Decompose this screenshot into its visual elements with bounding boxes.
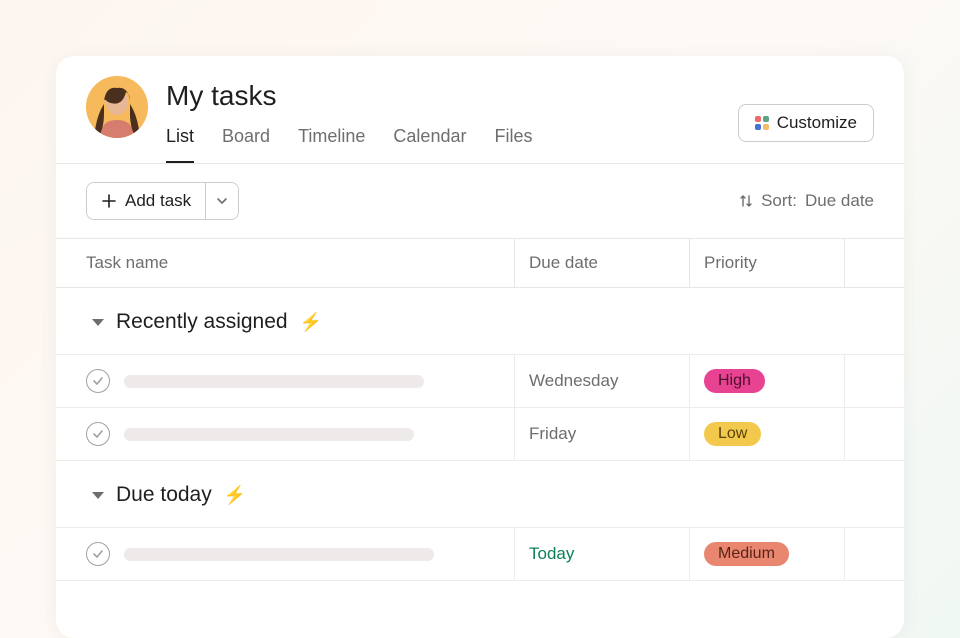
cell-due-date[interactable]: Today bbox=[514, 528, 689, 580]
sort-prefix: Sort: bbox=[761, 191, 797, 211]
cell-extra[interactable] bbox=[844, 528, 904, 580]
sort-icon bbox=[739, 194, 753, 208]
page-title: My tasks bbox=[166, 80, 738, 112]
cell-due-date[interactable]: Wednesday bbox=[514, 355, 689, 407]
column-header-task[interactable]: Task name bbox=[56, 239, 514, 287]
tab-calendar[interactable]: Calendar bbox=[393, 126, 466, 163]
cell-extra[interactable] bbox=[844, 408, 904, 460]
complete-checkbox[interactable] bbox=[86, 422, 110, 446]
complete-checkbox[interactable] bbox=[86, 369, 110, 393]
section-name: Recently assigned bbox=[116, 310, 288, 334]
task-name-placeholder bbox=[124, 375, 424, 388]
table-row[interactable]: Today Medium bbox=[56, 528, 904, 581]
section-header[interactable]: Recently assigned ⚡ bbox=[56, 288, 904, 355]
add-task-dropdown[interactable] bbox=[205, 183, 238, 219]
sort-value: Due date bbox=[805, 191, 874, 211]
priority-pill: Medium bbox=[704, 542, 789, 566]
table-row[interactable]: Wednesday High bbox=[56, 355, 904, 408]
cell-due-date[interactable]: Friday bbox=[514, 408, 689, 460]
add-task-button[interactable]: Add task bbox=[87, 183, 205, 219]
caret-down-icon bbox=[92, 319, 104, 326]
caret-down-icon bbox=[92, 492, 104, 499]
cell-task bbox=[56, 355, 514, 407]
cell-task bbox=[56, 528, 514, 580]
add-task-group: Add task bbox=[86, 182, 239, 220]
section-header[interactable]: Due today ⚡ bbox=[56, 461, 904, 528]
cell-priority[interactable]: Low bbox=[689, 408, 844, 460]
bolt-icon: ⚡ bbox=[224, 485, 246, 506]
grid-icon bbox=[755, 116, 769, 130]
task-name-placeholder bbox=[124, 428, 414, 441]
sort-control[interactable]: Sort: Due date bbox=[739, 191, 874, 211]
task-name-placeholder bbox=[124, 548, 434, 561]
tab-files[interactable]: Files bbox=[494, 126, 532, 163]
cell-task bbox=[56, 408, 514, 460]
tabs: List Board Timeline Calendar Files bbox=[166, 126, 738, 163]
cell-priority[interactable]: High bbox=[689, 355, 844, 407]
complete-checkbox[interactable] bbox=[86, 542, 110, 566]
column-header-priority[interactable]: Priority bbox=[689, 239, 844, 287]
customize-wrap: Customize bbox=[738, 76, 874, 142]
customize-button[interactable]: Customize bbox=[738, 104, 874, 142]
header-main: My tasks List Board Timeline Calendar Files bbox=[166, 76, 738, 163]
task-table: Task name Due date Priority Recently ass… bbox=[56, 238, 904, 638]
bolt-icon: ⚡ bbox=[300, 312, 322, 333]
column-header-due[interactable]: Due date bbox=[514, 239, 689, 287]
priority-pill: High bbox=[704, 369, 765, 393]
table-row[interactable]: Friday Low bbox=[56, 408, 904, 461]
avatar[interactable] bbox=[86, 76, 148, 138]
cell-extra[interactable] bbox=[844, 355, 904, 407]
cell-priority[interactable]: Medium bbox=[689, 528, 844, 580]
customize-label: Customize bbox=[777, 113, 857, 133]
header: My tasks ListBoardTimelineCalendarFiles … bbox=[56, 56, 904, 164]
column-headers: Task name Due date Priority bbox=[56, 238, 904, 288]
add-task-label: Add task bbox=[125, 191, 191, 211]
tab-timeline[interactable]: Timeline bbox=[298, 126, 365, 163]
section-name: Due today bbox=[116, 483, 212, 507]
app-card: My tasks ListBoardTimelineCalendarFiles … bbox=[56, 56, 904, 638]
priority-pill: Low bbox=[704, 422, 761, 446]
toolbar: Add task Sort: Due date bbox=[56, 164, 904, 238]
plus-icon bbox=[101, 193, 117, 209]
tab-board[interactable]: Board bbox=[222, 126, 270, 163]
chevron-down-icon bbox=[216, 195, 228, 207]
column-header-extra[interactable] bbox=[844, 239, 904, 287]
tab-list[interactable]: List bbox=[166, 126, 194, 163]
